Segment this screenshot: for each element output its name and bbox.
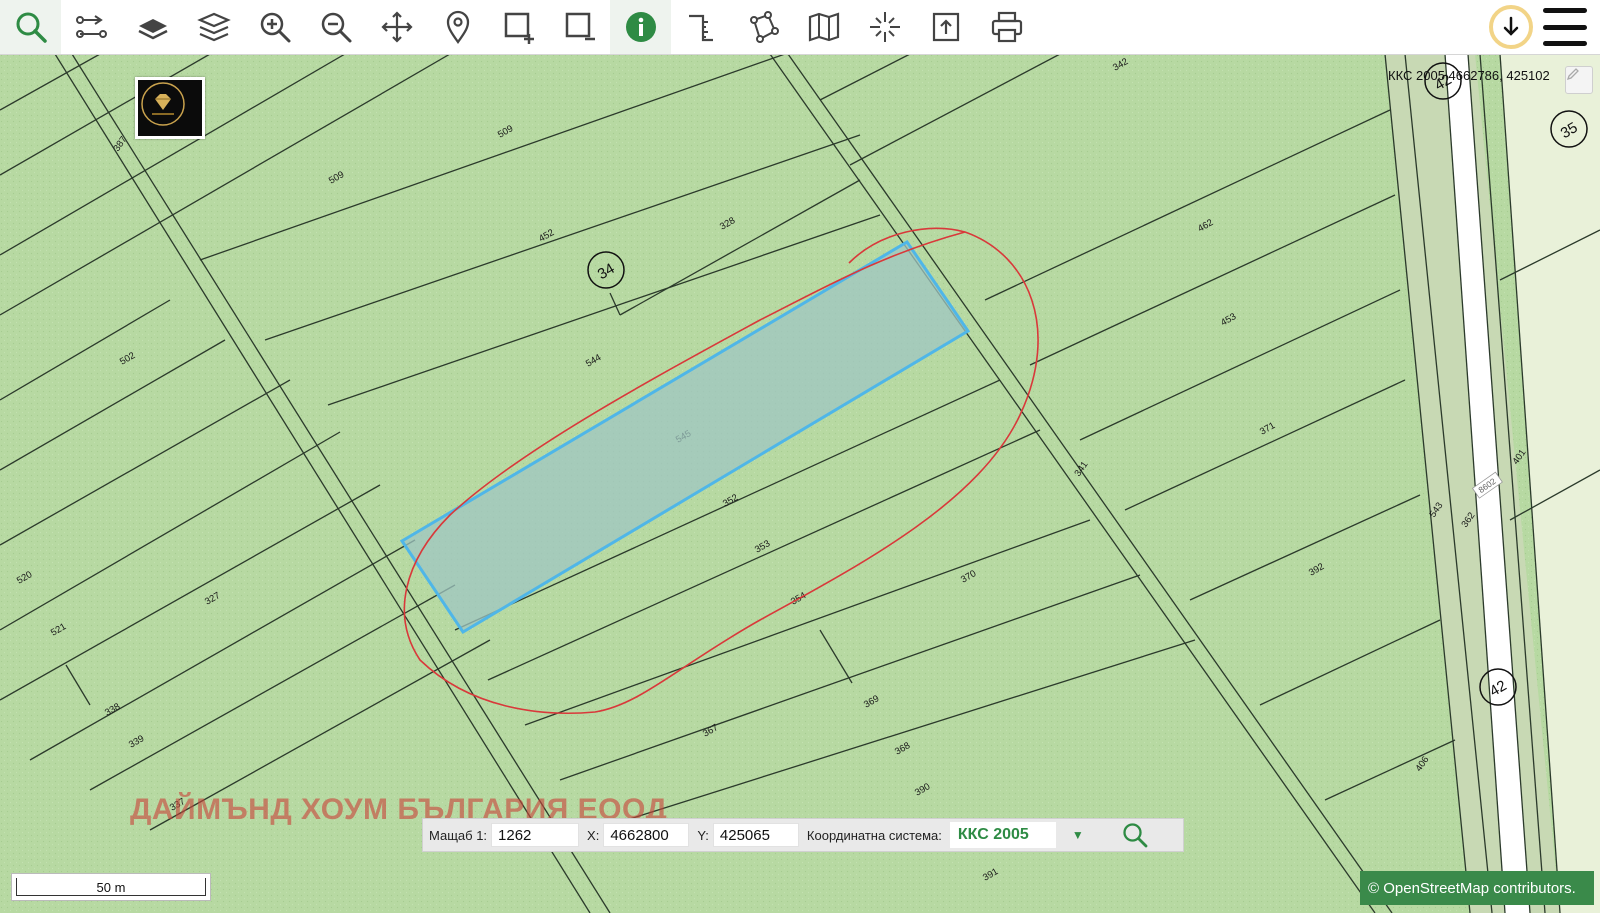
map-attribution[interactable]: © OpenStreetMap contributors. (1360, 871, 1594, 905)
scale-label: 50 m (16, 878, 206, 896)
polygon-tool-button[interactable] (732, 0, 793, 54)
coordinate-panel: Мащаб 1: X: Y: Координатна система: ККС … (422, 818, 1184, 852)
zoom-in-icon (260, 12, 290, 43)
polygon-nodes-icon (749, 11, 779, 43)
crs-field-label: Координатна система: (806, 827, 942, 843)
attribution-text: © OpenStreetMap contributors. (1368, 879, 1576, 897)
crosshair-tool-button[interactable] (854, 0, 915, 54)
x-field-label: X: (587, 827, 600, 843)
map-pin-icon (446, 10, 469, 44)
search-tool-button[interactable] (0, 0, 61, 54)
zoom-out-icon (321, 12, 351, 43)
y-coordinate-input[interactable] (712, 823, 799, 847)
pin-tool-button[interactable] (427, 0, 488, 54)
map-tool-button[interactable] (793, 0, 854, 54)
square-plus-icon (504, 12, 534, 44)
crosshair-icon (869, 12, 900, 42)
search-icon (1123, 823, 1148, 848)
toolbar (0, 0, 1600, 55)
measure-tool-button[interactable] (671, 0, 732, 54)
scale-input[interactable] (491, 823, 580, 847)
coordinate-readout: ККС 2005 4662786, 425102 (1388, 68, 1550, 83)
layers-tool-button[interactable] (183, 0, 244, 54)
remove-area-tool-button[interactable] (549, 0, 610, 54)
coordinate-pick-button[interactable] (1565, 66, 1593, 94)
export-tool-button[interactable] (915, 0, 976, 54)
route-tool-button[interactable] (61, 0, 122, 54)
info-tool-button[interactable] (610, 0, 671, 54)
diamond-logo-icon (141, 82, 185, 126)
ruler-icon (688, 14, 713, 42)
printer-icon (991, 11, 1022, 43)
route-icon (75, 15, 107, 38)
export-icon (932, 12, 959, 42)
folded-map-icon (808, 12, 839, 42)
company-logo (135, 77, 205, 139)
move-arrows-icon (380, 11, 413, 43)
zoom-out-tool-button[interactable] (305, 0, 366, 54)
crs-selected-value: ККС 2005 (957, 826, 1029, 843)
y-field-label: Y: (697, 827, 709, 843)
zoom-in-tool-button[interactable] (244, 0, 305, 54)
print-tool-button[interactable] (976, 0, 1037, 54)
menu-line-icon (1543, 41, 1587, 46)
dropdown-arrow-icon[interactable]: ▼ (1072, 828, 1084, 842)
add-area-tool-button[interactable] (488, 0, 549, 54)
download-button[interactable] (1489, 5, 1533, 49)
hamburger-menu-button[interactable] (1543, 8, 1587, 46)
menu-line-icon (1543, 8, 1587, 13)
base-layer-tool-button[interactable] (122, 0, 183, 54)
info-icon (625, 12, 656, 42)
coordinate-search-button[interactable] (1122, 822, 1148, 848)
crs-select[interactable]: ККС 2005 (949, 822, 1056, 848)
x-coordinate-input[interactable] (603, 823, 690, 847)
scale-bar: 50 m (11, 873, 211, 901)
map-canvas[interactable]: 342 509 509 387 452 328 462 453 502 544 … (0, 54, 1600, 913)
menu-line-icon (1543, 24, 1587, 30)
layers-icon (196, 12, 231, 42)
arrow-down-icon (1503, 16, 1519, 36)
square-minus-icon (565, 12, 595, 41)
scale-field-label: Мащаб 1: (429, 827, 488, 843)
cadastral-map[interactable]: 342 509 509 387 452 328 462 453 502 544 … (0, 54, 1600, 913)
pan-tool-button[interactable] (366, 0, 427, 54)
magnifier-icon (16, 12, 47, 43)
layer-single-icon (137, 19, 168, 40)
pencil-icon (1566, 68, 1579, 81)
